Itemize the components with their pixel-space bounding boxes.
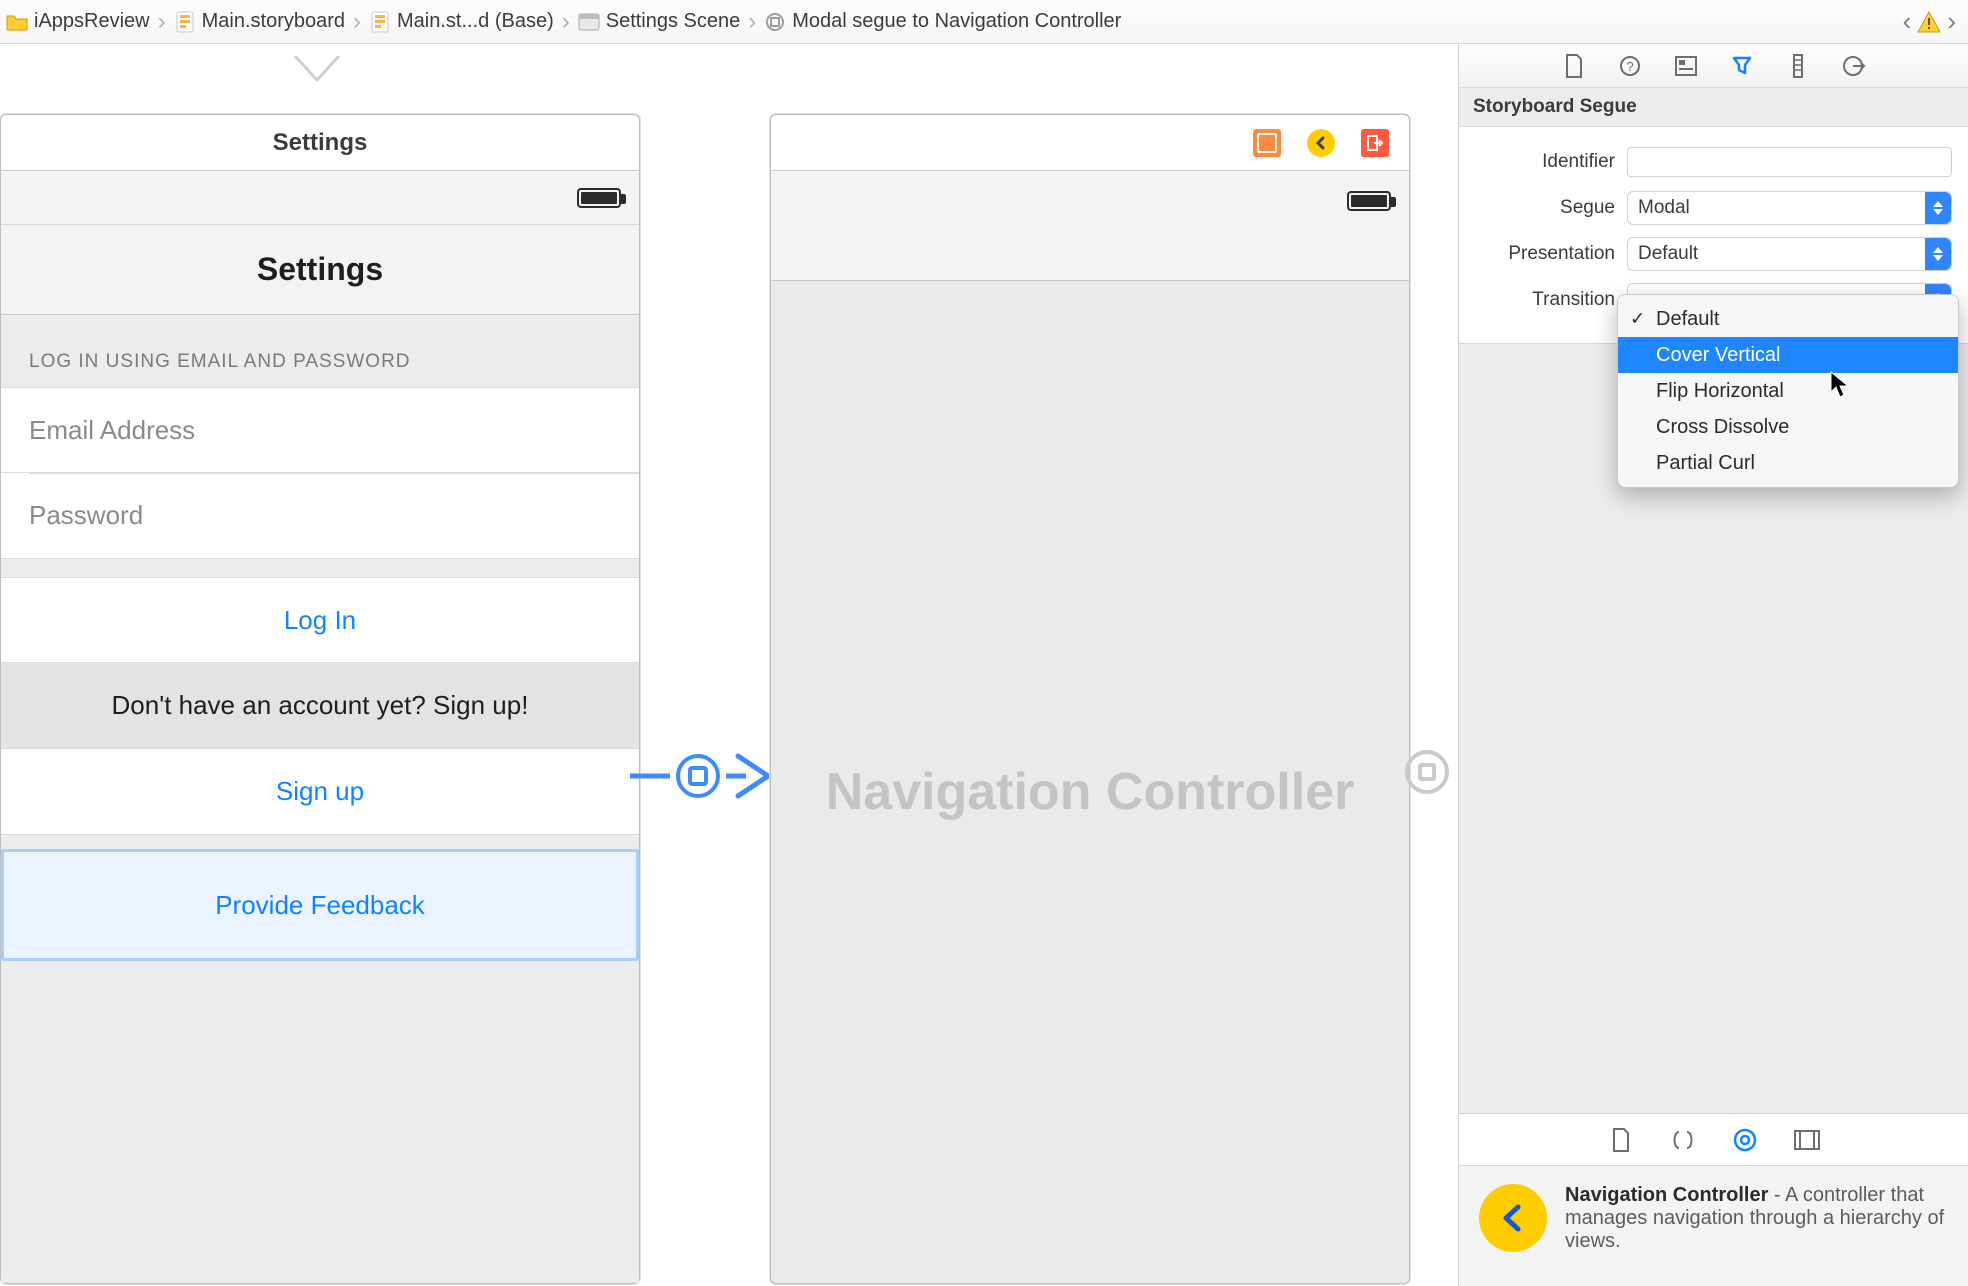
table-view: LOG IN USING EMAIL AND PASSWORD Email Ad…: [1, 315, 639, 1283]
media-library-tab[interactable]: [1793, 1126, 1821, 1154]
stepper-icon: [1925, 238, 1951, 270]
breadcrumb-label: Settings Scene: [606, 10, 741, 33]
inspector-section-header: Storyboard Segue: [1459, 88, 1968, 127]
identifier-label: Identifier: [1475, 151, 1615, 173]
status-bar: [771, 171, 1409, 281]
provide-feedback-button[interactable]: Provide Feedback: [1, 849, 639, 961]
breadcrumb-label: iAppsReview: [34, 10, 150, 33]
page-title: Settings: [257, 251, 383, 288]
library-item-title: Navigation Controller: [1565, 1184, 1768, 1206]
object-library: Navigation Controller - A controller tha…: [1459, 1113, 1968, 1286]
transition-option-flip-horizontal[interactable]: Flip Horizontal: [1618, 373, 1958, 409]
storyboard-file-icon: [174, 11, 196, 33]
exit-icon[interactable]: [1361, 129, 1389, 157]
login-button-label: Log In: [284, 605, 356, 636]
scene-title: Settings: [273, 129, 368, 157]
library-item-description: Navigation Controller - A controller tha…: [1565, 1184, 1948, 1253]
signup-prompt-cell[interactable]: Don't have an account yet? Sign up!: [1, 663, 639, 749]
settings-scene[interactable]: Settings Settings LOG IN USING EMAIL AND…: [0, 114, 640, 1284]
status-bar: [1, 171, 639, 225]
scene-icon: [578, 11, 600, 33]
transition-option-default[interactable]: Default: [1618, 301, 1958, 337]
segue-type-label: Segue: [1475, 197, 1615, 219]
chevron-right-icon: ›: [562, 8, 570, 36]
code-snippet-library-tab[interactable]: [1669, 1126, 1697, 1154]
transition-option-cover-vertical[interactable]: Cover Vertical: [1618, 337, 1958, 373]
identifier-row: Identifier: [1475, 139, 1952, 185]
email-placeholder: Email Address: [29, 415, 195, 446]
quick-help-tab[interactable]: ?: [1617, 53, 1643, 79]
breadcrumb[interactable]: Settings Scene: [578, 10, 741, 33]
provide-feedback-label: Provide Feedback: [215, 890, 425, 921]
first-responder-icon[interactable]: [1253, 129, 1281, 157]
breadcrumb-label: Main.st...d (Base): [397, 10, 554, 33]
presentation-label: Presentation: [1475, 243, 1615, 265]
presentation-row: Presentation Default: [1475, 231, 1952, 277]
identity-inspector-tab[interactable]: [1673, 53, 1699, 79]
segue-type-select[interactable]: Modal: [1627, 191, 1952, 225]
breadcrumb[interactable]: Modal segue to Navigation Controller: [764, 10, 1121, 33]
connections-inspector-tab[interactable]: [1841, 53, 1867, 79]
navigation-controller-scene[interactable]: Navigation Controller: [770, 114, 1410, 1284]
section-header: LOG IN USING EMAIL AND PASSWORD: [1, 315, 639, 387]
nav-controller-watermark: Navigation Controller: [771, 762, 1409, 822]
login-button[interactable]: Log In: [1, 577, 639, 663]
inspector-panel: ? Storyboard Segue Identifier Segue Moda…: [1458, 44, 1968, 1286]
library-tab-bar: [1459, 1114, 1968, 1166]
attributes-inspector-tab[interactable]: [1729, 53, 1755, 79]
transition-label: Transition: [1475, 289, 1615, 311]
chevron-right-icon: ›: [353, 8, 361, 36]
scene-title-bar[interactable]: Settings: [1, 115, 639, 171]
presentation-select[interactable]: Default: [1627, 237, 1952, 271]
modal-segue-arrow[interactable]: [630, 746, 770, 806]
navigation-bar: Settings: [1, 225, 639, 315]
transition-option-partial-curl[interactable]: Partial Curl: [1618, 445, 1958, 481]
signup-prompt-label: Don't have an account yet? Sign up!: [112, 690, 529, 721]
storyboard-canvas[interactable]: Settings Settings LOG IN USING EMAIL AND…: [0, 44, 1458, 1286]
breadcrumb-label: Main.storyboard: [202, 10, 345, 33]
entry-point-arrow-icon: [293, 56, 341, 82]
library-item-navigation-controller[interactable]: Navigation Controller - A controller tha…: [1459, 1166, 1968, 1286]
transition-dropdown-menu[interactable]: Default Cover Vertical Flip Horizontal C…: [1617, 294, 1959, 488]
jump-bar-right: ‹ ›: [1897, 6, 1962, 37]
owner-icon[interactable]: [1307, 129, 1335, 157]
breadcrumb[interactable]: Main.storyboard: [174, 10, 345, 33]
identifier-field[interactable]: [1627, 147, 1952, 177]
issues-warning-icon[interactable]: [1917, 10, 1941, 34]
breadcrumb[interactable]: Main.st...d (Base): [369, 10, 554, 33]
history-forward-button[interactable]: ›: [1941, 6, 1962, 37]
signup-button[interactable]: Sign up: [1, 749, 639, 835]
scene-title-bar[interactable]: [771, 115, 1409, 171]
breadcrumb-label: Modal segue to Navigation Controller: [792, 10, 1121, 33]
storyboard-file-icon: [369, 11, 391, 33]
battery-icon: [1347, 191, 1391, 211]
password-placeholder: Password: [29, 500, 143, 531]
segue-icon: [676, 754, 720, 798]
size-inspector-tab[interactable]: [1785, 53, 1811, 79]
battery-icon: [577, 188, 621, 208]
chevron-right-icon: ›: [748, 8, 756, 36]
svg-text:?: ?: [1626, 59, 1633, 74]
segue-type-value: Modal: [1638, 197, 1690, 219]
inspector-tab-bar: ?: [1459, 44, 1968, 88]
file-template-library-tab[interactable]: [1607, 1126, 1635, 1154]
jump-bar: iAppsReview › Main.storyboard › Main.st.…: [0, 0, 1968, 44]
folder-icon: [6, 11, 28, 33]
segue-icon: [764, 11, 786, 33]
signup-button-label: Sign up: [276, 776, 364, 807]
email-field[interactable]: Email Address: [1, 387, 639, 473]
transition-option-cross-dissolve[interactable]: Cross Dissolve: [1618, 409, 1958, 445]
history-back-button[interactable]: ‹: [1897, 6, 1918, 37]
object-library-tab[interactable]: [1731, 1126, 1759, 1154]
navigation-controller-icon: [1479, 1184, 1547, 1252]
segue-row: Segue Modal: [1475, 185, 1952, 231]
file-inspector-tab[interactable]: [1561, 53, 1587, 79]
stepper-icon: [1925, 192, 1951, 224]
chevron-right-icon: ›: [158, 8, 166, 36]
password-field[interactable]: Password: [1, 473, 639, 559]
breadcrumb[interactable]: iAppsReview: [6, 10, 150, 33]
presentation-value: Default: [1638, 243, 1698, 265]
root-relationship-segue-icon[interactable]: [1405, 750, 1455, 800]
